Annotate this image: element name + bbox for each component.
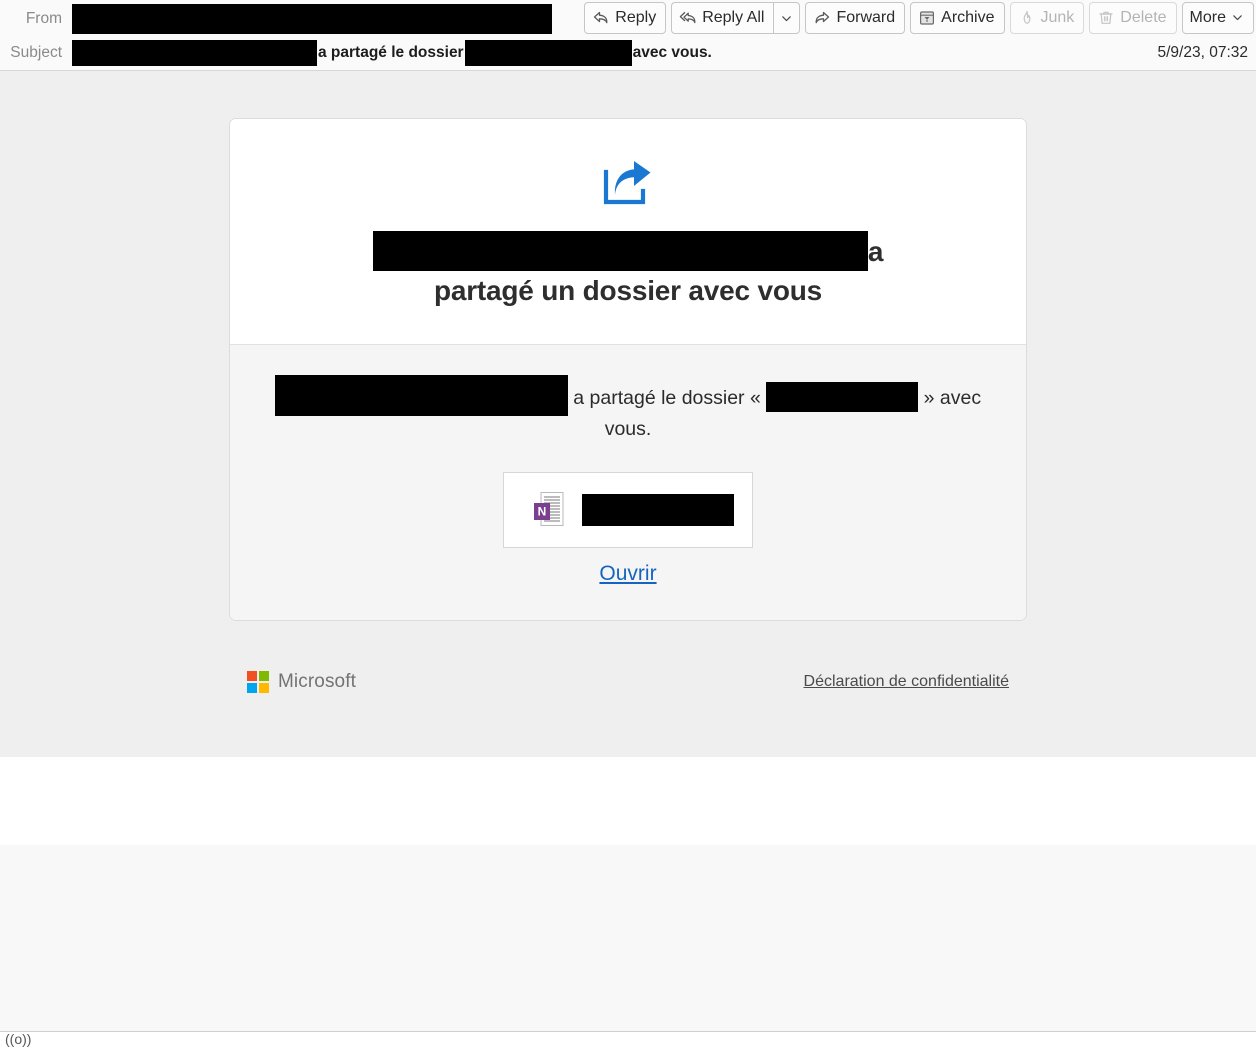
forward-button[interactable]: Forward	[805, 2, 906, 34]
heading-suffix: a	[867, 236, 884, 267]
svg-text:N: N	[538, 504, 547, 518]
message-date: 5/9/23, 07:32	[1157, 44, 1249, 61]
trash-icon	[1097, 9, 1115, 27]
junk-label: Junk	[1040, 8, 1075, 26]
reply-all-group: Reply All	[671, 2, 801, 34]
open-link[interactable]: Ouvrir	[599, 562, 656, 586]
subject-text-part-2: avec vous.	[632, 44, 712, 61]
chevron-down-icon	[780, 12, 793, 25]
from-label: From	[25, 10, 62, 27]
forward-arrow-icon	[813, 9, 831, 27]
redacted-folder-name	[766, 382, 919, 413]
onenote-file-icon: N	[532, 491, 566, 529]
lower-white-pane	[0, 757, 1256, 845]
status-bar: ((o))	[0, 1031, 1256, 1048]
delete-label: Delete	[1120, 8, 1167, 26]
reply-all-dropdown-button[interactable]	[773, 2, 801, 34]
subject-value: a partagé le dossier avec vous.	[72, 40, 1256, 66]
logo-square-green	[259, 671, 269, 681]
reply-all-arrow-icon	[679, 9, 697, 27]
attachment-card[interactable]: N	[503, 471, 753, 548]
share-arrow-icon	[601, 159, 655, 207]
redacted-sender	[72, 4, 552, 34]
email-body-pane: a partagé un dossier avec vous a partagé…	[0, 71, 1256, 757]
lower-light-pane	[0, 845, 1256, 1031]
subject-row: Subject a partagé le dossier avec vous. …	[0, 36, 1256, 70]
subject-text-part-1: a partagé le dossier	[318, 44, 464, 61]
more-button[interactable]: More	[1181, 2, 1254, 34]
redacted-subject-sender	[72, 40, 317, 66]
redacted-filename	[582, 493, 734, 526]
reply-all-button[interactable]: Reply All	[671, 2, 774, 34]
microsoft-logo-icon	[247, 671, 269, 693]
logo-square-red	[247, 671, 257, 681]
reply-button[interactable]: Reply	[584, 2, 667, 34]
logo-square-blue	[247, 683, 257, 693]
chevron-down-icon	[1231, 11, 1244, 24]
delete-button[interactable]: Delete	[1089, 2, 1177, 34]
mail-header: From Reply Reply All Forward Archive Jun…	[0, 0, 1256, 71]
forward-label: Forward	[836, 8, 896, 26]
subject-label: Subject	[10, 44, 62, 61]
email-content-card: a partagé un dossier avec vous a partagé…	[229, 118, 1027, 621]
email-footer: Microsoft Déclaration de confidentialité	[229, 671, 1027, 693]
archive-label: Archive	[941, 8, 995, 26]
privacy-statement-link[interactable]: Déclaration de confidentialité	[804, 673, 1009, 691]
flame-icon	[1018, 9, 1036, 27]
logo-square-yellow	[259, 683, 269, 693]
body-paragraph: a partagé le dossier « » avec vous.	[270, 375, 986, 444]
body-text-part-1: a partagé le dossier «	[573, 387, 761, 410]
redacted-heading-sender	[372, 231, 868, 271]
card-body-section: a partagé le dossier « » avec vous. N Ou…	[230, 345, 1026, 620]
card-header-section: a partagé un dossier avec vous	[230, 119, 1026, 346]
heading-line-2: partagé un dossier avec vous	[433, 274, 823, 306]
archive-button[interactable]: Archive	[910, 2, 1005, 34]
redacted-body-sender	[274, 375, 568, 417]
message-toolbar: Reply Reply All Forward Archive Junk Del…	[584, 2, 1254, 34]
reply-arrow-icon	[592, 9, 610, 27]
archive-box-icon	[918, 9, 936, 27]
reply-label: Reply	[615, 8, 657, 26]
reply-all-label: Reply All	[702, 8, 765, 26]
brand-name: Microsoft	[278, 671, 356, 692]
more-label: More	[1189, 8, 1226, 26]
status-glyph: ((o))	[5, 1031, 32, 1047]
card-heading: a partagé un dossier avec vous	[260, 231, 996, 310]
microsoft-logo: Microsoft	[247, 671, 356, 693]
junk-button[interactable]: Junk	[1009, 2, 1085, 34]
redacted-subject-folder	[464, 40, 632, 66]
